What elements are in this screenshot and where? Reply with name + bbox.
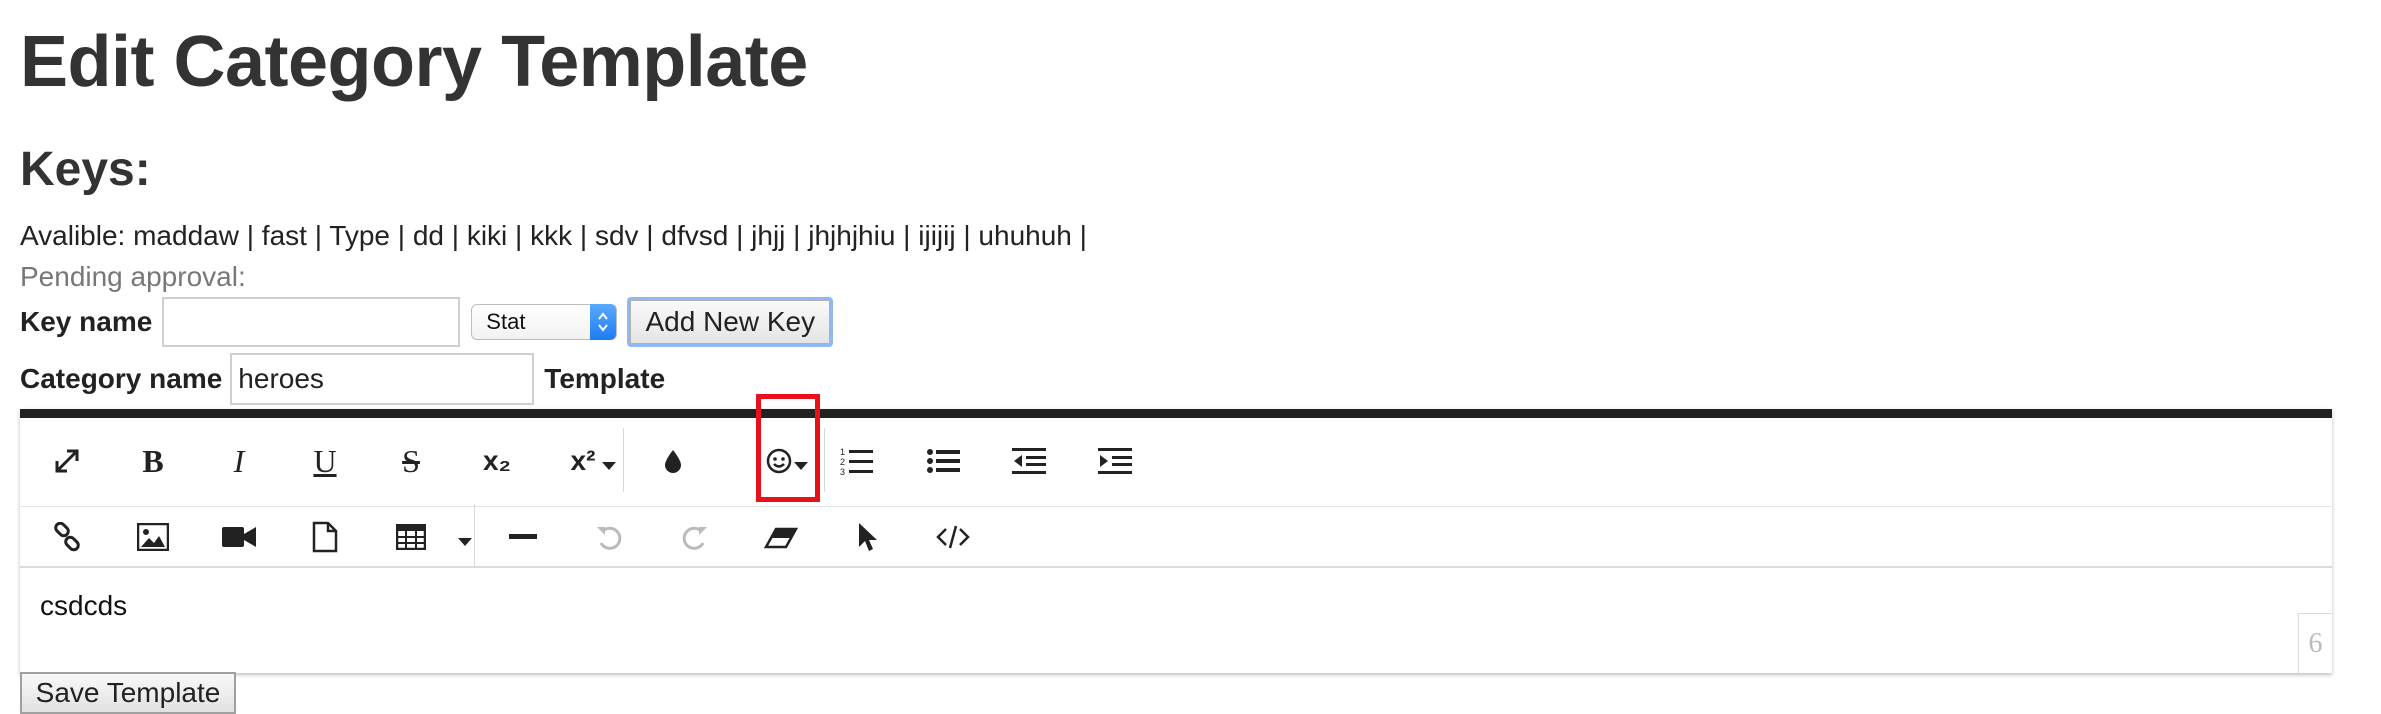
image-icon[interactable]: [128, 512, 178, 562]
indent-icon[interactable]: [1090, 436, 1140, 486]
subscript-button[interactable]: x₂: [472, 436, 522, 486]
available-key: maddaw: [133, 220, 239, 251]
available-label: Avalible:: [20, 220, 126, 251]
superscript-dropdown-caret-icon[interactable]: [602, 462, 616, 470]
emoji-dropdown-highlight-box: [756, 394, 820, 502]
page-title: Edit Category Template: [20, 22, 808, 102]
toolbar-row-divider: [20, 506, 2332, 507]
available-key: kkk: [530, 220, 573, 251]
strikethrough-button[interactable]: S: [386, 436, 436, 486]
file-icon[interactable]: [300, 512, 350, 562]
key-type-select[interactable]: Stat: [471, 304, 618, 340]
ordered-list-icon[interactable]: 123: [832, 436, 882, 486]
editor-content-area[interactable]: csdcds 6: [20, 566, 2332, 673]
available-key: dfvsd: [661, 220, 729, 251]
underline-button[interactable]: U: [300, 436, 350, 486]
category-form: Category name Template: [20, 352, 665, 406]
keys-heading: Keys:: [20, 143, 151, 196]
category-name-label: Category name: [20, 363, 223, 394]
bold-button[interactable]: B: [128, 436, 178, 486]
available-key-list: maddaw | fast | Type | dd | kiki | kkk |…: [133, 220, 1087, 251]
available-key: fast: [261, 220, 307, 251]
available-key: kiki: [466, 220, 508, 251]
available-key: dd: [412, 220, 444, 251]
unordered-list-icon[interactable]: [918, 436, 968, 486]
available-keys: Avalible: maddaw | fast | Type | dd | ki…: [20, 218, 1087, 254]
editor-toolbar: B I U S x₂ x² 123: [20, 418, 2332, 568]
available-key: jhjj: [751, 220, 786, 251]
color-drop-icon[interactable]: [648, 436, 698, 486]
code-view-icon[interactable]: [928, 512, 978, 562]
key-form: Key name Stat Add New Key: [20, 296, 834, 348]
key-name-label: Key name: [20, 306, 153, 337]
svg-text:1: 1: [840, 447, 845, 457]
key-name-input[interactable]: [162, 297, 461, 347]
available-key: jhjhjhiu: [808, 220, 896, 251]
template-label: Template: [544, 363, 666, 394]
italic-button[interactable]: I: [214, 436, 264, 486]
available-key: ijijij: [918, 220, 956, 251]
svg-text:2: 2: [840, 457, 845, 467]
toolbar-separator: [623, 428, 624, 492]
category-name-input[interactable]: [230, 353, 535, 405]
add-new-key-button[interactable]: Add New Key: [627, 297, 834, 347]
horizontal-rule-icon[interactable]: [498, 512, 548, 562]
select-arrows-icon: [590, 304, 617, 340]
redo-icon[interactable]: [670, 512, 720, 562]
fullscreen-icon[interactable]: [42, 436, 92, 486]
editor-content-text[interactable]: csdcds: [40, 590, 127, 622]
pending-approval-label: Pending approval:: [20, 261, 246, 292]
available-key: uhuhuh: [978, 220, 1072, 251]
table-dropdown-caret-icon[interactable]: [458, 538, 472, 546]
word-count-badge: 6: [2298, 613, 2332, 673]
superscript-button[interactable]: x²: [558, 436, 608, 486]
video-icon[interactable]: [214, 512, 264, 562]
key-type-value: Stat: [486, 309, 526, 334]
toolbar-separator: [824, 428, 825, 492]
available-key: Type: [329, 220, 390, 251]
save-template-button[interactable]: Save Template: [20, 672, 236, 714]
eraser-icon[interactable]: [756, 512, 806, 562]
outdent-icon[interactable]: [1004, 436, 1054, 486]
toolbar-separator: [474, 504, 475, 568]
svg-text:3: 3: [840, 467, 845, 476]
available-key: sdv: [594, 220, 639, 251]
undo-icon[interactable]: [584, 512, 634, 562]
select-pointer-icon[interactable]: [842, 512, 892, 562]
rich-text-editor: B I U S x₂ x² 123 csdcds 6: [20, 409, 2332, 673]
table-icon[interactable]: [386, 512, 436, 562]
link-icon[interactable]: [42, 512, 92, 562]
